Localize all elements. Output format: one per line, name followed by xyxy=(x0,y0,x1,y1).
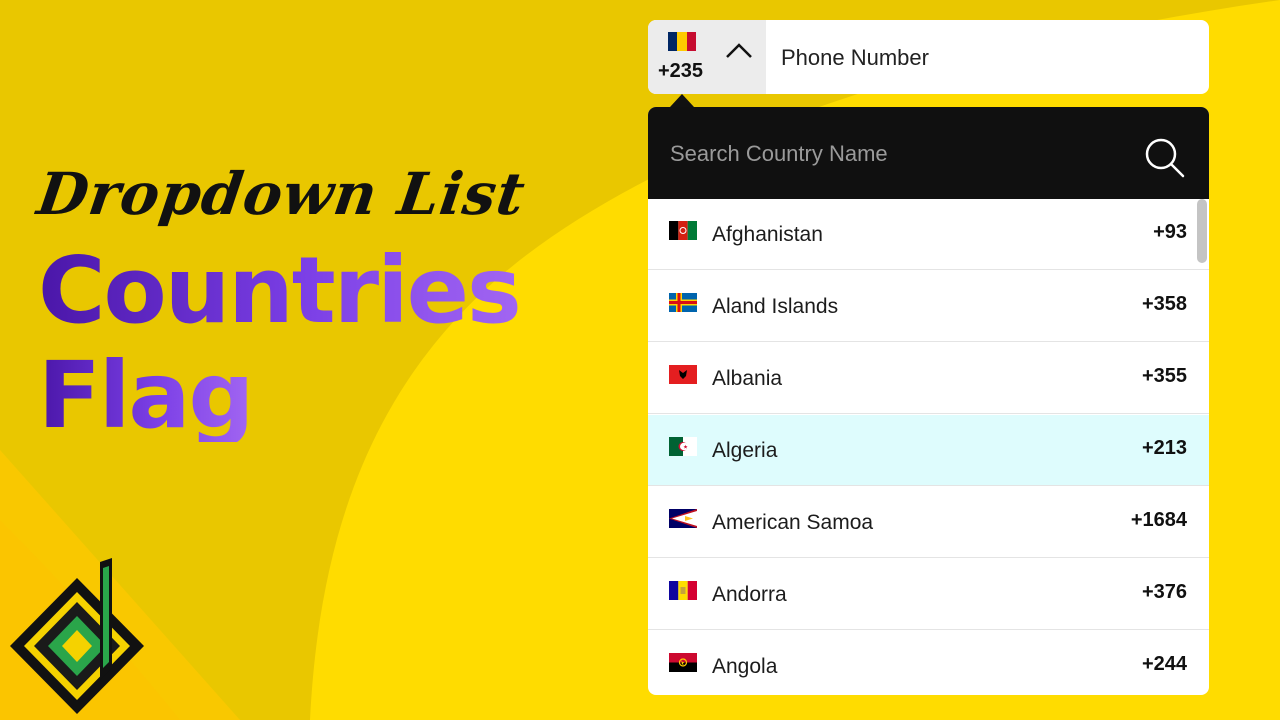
country-dial-code: +93 xyxy=(1153,221,1187,243)
country-dial-code: +1684 xyxy=(1130,509,1187,531)
hero-title-line-1: Countries xyxy=(38,237,522,344)
country-name: Angola xyxy=(712,655,778,678)
country-name: Afghanistan xyxy=(712,223,823,246)
country-row-albania[interactable]: Albania +355 xyxy=(648,343,1209,414)
list-scrollbar-thumb[interactable] xyxy=(1197,199,1207,263)
country-row-aland-islands[interactable]: Aland Islands +358 xyxy=(648,271,1209,342)
country-dial-code: +244 xyxy=(1141,653,1187,675)
country-name: Algeria xyxy=(712,439,778,462)
country-list: Afghanistan +93 Aland Islands +358 Alban… xyxy=(648,199,1209,695)
country-code-selector[interactable]: +235 xyxy=(648,20,766,94)
country-name: Albania xyxy=(712,367,783,390)
country-row-algeria[interactable]: Algeria +213 xyxy=(648,415,1209,486)
country-search-input[interactable] xyxy=(648,107,1142,201)
country-search-bar xyxy=(648,107,1209,201)
country-row-angola[interactable]: Angola +244 xyxy=(648,631,1209,695)
hero-script-title: Dropdown List xyxy=(33,160,530,228)
angola-flag-icon xyxy=(669,653,697,672)
country-row-andorra[interactable]: Andorra +376 xyxy=(648,559,1209,630)
country-row-afghanistan[interactable]: Afghanistan +93 xyxy=(648,199,1209,270)
chad-flag-icon xyxy=(668,32,696,51)
aland-islands-flag-icon xyxy=(669,293,697,312)
albania-flag-icon xyxy=(669,365,697,384)
afghanistan-flag-icon xyxy=(669,221,697,240)
chevron-up-icon[interactable] xyxy=(724,40,754,62)
country-dial-code: +355 xyxy=(1141,365,1187,387)
country-dropdown: Afghanistan +93 Aland Islands +358 Alban… xyxy=(648,107,1209,695)
phone-number-input[interactable] xyxy=(766,20,1203,94)
algeria-flag-icon xyxy=(669,437,697,456)
country-dial-code: +213 xyxy=(1141,437,1187,459)
phone-number-field: +235 xyxy=(648,20,1209,94)
country-dial-code: +358 xyxy=(1141,293,1187,315)
dropdown-pointer xyxy=(670,94,694,107)
country-name: American Samoa xyxy=(712,511,874,534)
brand-logo-icon xyxy=(10,558,144,714)
country-name: Aland Islands xyxy=(712,295,839,318)
country-dial-code: +376 xyxy=(1141,581,1187,603)
country-name: Andorra xyxy=(712,583,787,606)
country-row-american-samoa[interactable]: American Samoa +1684 xyxy=(648,487,1209,558)
selected-country-code: +235 xyxy=(658,60,704,82)
andorra-flag-icon xyxy=(669,581,697,600)
search-icon[interactable] xyxy=(1142,135,1186,179)
american-samoa-flag-icon xyxy=(669,509,697,528)
hero-title-line-2: Flag xyxy=(38,342,254,449)
